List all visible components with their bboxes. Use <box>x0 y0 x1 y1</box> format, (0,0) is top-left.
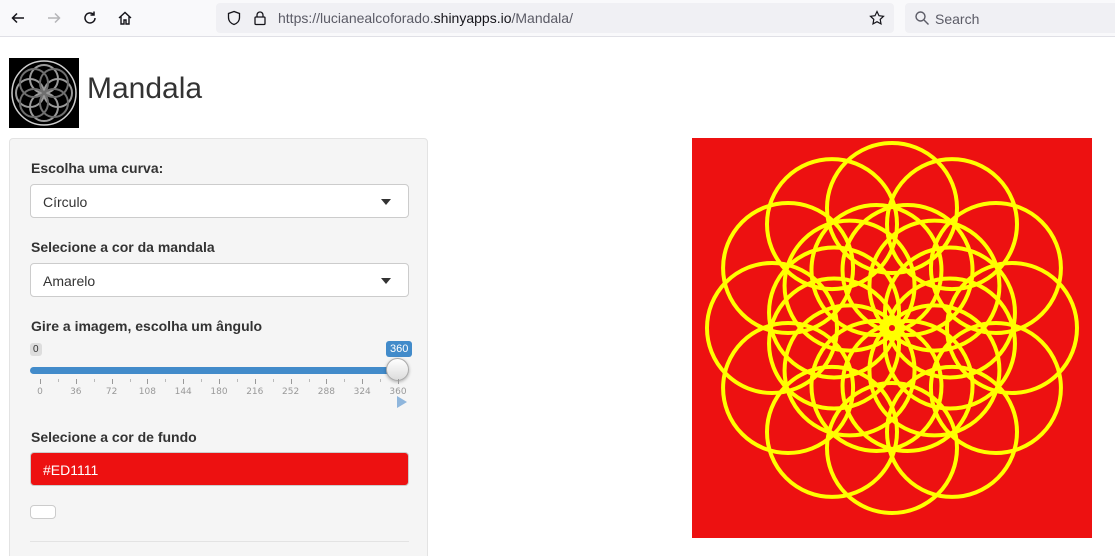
caret-down-icon <box>381 278 391 284</box>
forward-button[interactable] <box>41 5 67 31</box>
search-icon <box>915 11 929 25</box>
home-button[interactable] <box>112 5 138 31</box>
lock-icon[interactable] <box>252 10 268 26</box>
slider-tick <box>111 379 113 384</box>
slider-tick <box>254 379 256 384</box>
slider-tick-label: 108 <box>138 387 156 397</box>
slider-tick <box>398 379 399 384</box>
slider-tick-label: 0 <box>37 387 43 397</box>
mandala-logo <box>9 58 79 128</box>
slider-tick <box>129 379 131 382</box>
mandala-color-select[interactable]: Amarelo <box>30 263 409 297</box>
slider-tick <box>326 379 328 384</box>
angle-slider-handle[interactable] <box>386 358 409 381</box>
slider-tick-label: 252 <box>282 387 300 397</box>
bg-color-value: #ED1111 <box>43 462 99 478</box>
bg-color-label: Selecione a cor de fundo <box>31 429 197 445</box>
slider-tick-label: 180 <box>210 387 228 397</box>
slider-tick <box>183 379 185 384</box>
search-bar[interactable]: Search <box>905 3 1115 33</box>
mandala-color-label: Selecione a cor da mandala <box>31 239 215 255</box>
browser-toolbar: https://lucianealcoforado.shinyapps.io/M… <box>0 0 1115 37</box>
back-button[interactable] <box>5 5 31 31</box>
mandala-plot <box>692 138 1092 538</box>
slider-tick-label: 144 <box>174 387 192 397</box>
arrow-right-icon <box>48 12 61 24</box>
reload-button[interactable] <box>77 5 103 31</box>
slider-tick <box>93 379 95 382</box>
bg-color-input[interactable]: #ED1111 <box>30 452 409 486</box>
slider-tick <box>201 379 203 382</box>
slider-tick <box>236 379 238 382</box>
slider-min-label: 0 <box>30 343 42 356</box>
slider-tick <box>308 379 310 382</box>
slider-value-label: 360 <box>386 341 413 357</box>
divider <box>30 541 409 542</box>
slider-tick <box>40 379 41 384</box>
slider-tick <box>147 379 149 384</box>
curve-select-value: Círculo <box>43 194 88 210</box>
slider-tick-label: 324 <box>353 387 371 397</box>
search-placeholder: Search <box>935 11 980 27</box>
address-bar[interactable]: https://lucianealcoforado.shinyapps.io/M… <box>216 3 894 33</box>
mandala-color-select-value: Amarelo <box>43 273 96 289</box>
angle-label: Gire a imagem, escolha um ângulo <box>31 318 263 334</box>
star-icon[interactable] <box>869 10 885 26</box>
arrow-left-icon <box>11 12 24 24</box>
app-title: Mandala <box>87 72 203 105</box>
slider-tick-label: 288 <box>317 387 335 397</box>
slider-tick <box>219 379 220 384</box>
slider-tick <box>380 379 382 382</box>
slider-tick <box>165 379 167 382</box>
shield-icon[interactable] <box>226 10 242 26</box>
curve-select[interactable]: Círculo <box>30 184 409 218</box>
angle-slider-track[interactable] <box>30 367 400 374</box>
play-icon[interactable] <box>397 396 407 408</box>
curve-label: Escolha uma curva: <box>31 160 164 176</box>
url-host: shinyapps.io <box>433 10 512 26</box>
caret-down-icon <box>381 199 391 205</box>
url-text[interactable]: https://lucianealcoforado.shinyapps.io/M… <box>278 10 573 26</box>
slider-tick <box>75 379 77 384</box>
slider-tick-label: 72 <box>105 387 118 397</box>
slider-tick <box>290 379 292 384</box>
slider-tick <box>272 379 274 382</box>
slider-tick <box>344 379 346 382</box>
slider-tick-label: 36 <box>70 387 82 397</box>
slider-tick <box>362 379 364 384</box>
url-prefix: https://lucianealcoforado. <box>278 10 434 26</box>
slider-tick-label: 216 <box>246 387 264 397</box>
slider-ticks: 0 36 72 108 144 180 216 252 288 324 360 <box>30 379 410 399</box>
slider-tick <box>57 379 59 382</box>
url-path: /Mandala/ <box>511 10 573 26</box>
submit-button[interactable] <box>30 505 56 519</box>
home-icon <box>118 11 132 25</box>
reload-icon <box>84 11 96 24</box>
sidebar-panel: Escolha uma curva: Círculo Selecione a c… <box>9 138 428 556</box>
